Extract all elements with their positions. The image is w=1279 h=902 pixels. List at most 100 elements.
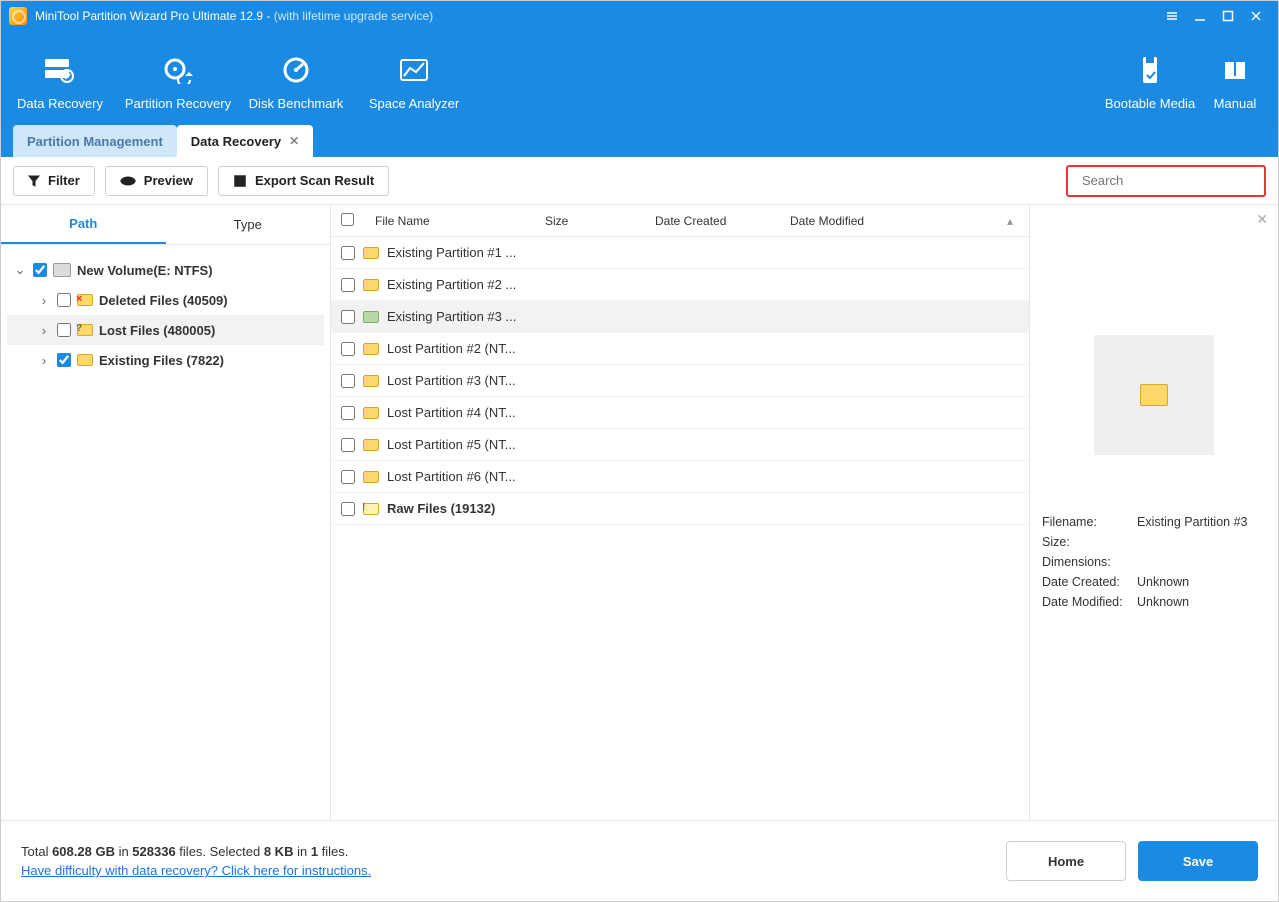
file-row[interactable]: Lost Partition #6 (NT... [331, 461, 1029, 493]
file-row[interactable]: Lost Partition #2 (NT... [331, 333, 1029, 365]
titlebar: MiniTool Partition Wizard Pro Ultimate 1… [1, 1, 1278, 31]
file-name: Lost Partition #4 (NT... [387, 405, 516, 420]
file-name: Raw Files (19132) [387, 501, 495, 516]
data-recovery-button[interactable]: Data Recovery [1, 37, 119, 125]
folder-lost-icon [77, 324, 93, 336]
preview-thumbnail [1094, 335, 1214, 455]
export-scan-button[interactable]: Export Scan Result [218, 166, 389, 196]
help-link[interactable]: Have difficulty with data recovery? Clic… [21, 863, 371, 878]
row-checkbox[interactable] [341, 438, 355, 452]
window: MiniTool Partition Wizard Pro Ultimate 1… [0, 0, 1279, 902]
tree-label: Deleted Files (40509) [99, 293, 228, 308]
preview-button[interactable]: Preview [105, 166, 208, 196]
checkbox[interactable] [57, 293, 71, 307]
window-controls [1158, 4, 1270, 28]
file-row[interactable]: Existing Partition #2 ... [331, 269, 1029, 301]
file-row[interactable]: Lost Partition #5 (NT... [331, 429, 1029, 461]
disk-benchmark-button[interactable]: Disk Benchmark [237, 37, 355, 125]
sidebar-tab-type[interactable]: Type [166, 205, 331, 244]
maximize-icon[interactable] [1214, 4, 1242, 28]
file-row[interactable]: Raw Files (19132) [331, 493, 1029, 525]
select-all-checkbox[interactable] [341, 213, 354, 226]
folder-icon [363, 375, 379, 387]
tab-row: Partition Management Data Recovery ✕ [1, 125, 1278, 157]
tab-data-recovery[interactable]: Data Recovery ✕ [177, 125, 313, 157]
tree-root[interactable]: ⌄ New Volume(E: NTFS) [7, 255, 324, 285]
bootable-media-icon [1132, 52, 1168, 88]
manual-button[interactable]: Manual [1200, 37, 1270, 125]
meta-key: Filename: [1042, 515, 1137, 529]
folder-icon [363, 247, 379, 259]
folder-icon [363, 439, 379, 451]
tab-label: Data Recovery [191, 134, 281, 149]
meta-key: Dimensions: [1042, 555, 1137, 569]
search-box[interactable] [1066, 165, 1266, 197]
t: Total [21, 844, 52, 859]
filter-icon [28, 175, 40, 187]
row-checkbox[interactable] [341, 246, 355, 260]
meta-key: Date Created: [1042, 575, 1137, 589]
meta-key: Date Modified: [1042, 595, 1137, 609]
row-checkbox[interactable] [341, 470, 355, 484]
home-button[interactable]: Home [1006, 841, 1126, 881]
minimize-icon[interactable] [1186, 4, 1214, 28]
close-icon[interactable] [1242, 4, 1270, 28]
partition-recovery-button[interactable]: Partition Recovery [119, 37, 237, 125]
tab-close-icon[interactable]: ✕ [289, 134, 299, 148]
window-title: MiniTool Partition Wizard Pro Ultimate 1… [35, 9, 433, 23]
tree-existing-files[interactable]: › Existing Files (7822) [7, 345, 324, 375]
folder-icon [363, 343, 379, 355]
action-bar: Filter Preview Export Scan Result [1, 157, 1278, 205]
folder-icon [363, 503, 379, 515]
chevron-right-icon[interactable]: › [37, 323, 51, 338]
row-checkbox[interactable] [341, 342, 355, 356]
button-label: Preview [144, 173, 193, 188]
tree-label: Lost Files (480005) [99, 323, 215, 338]
checkbox[interactable] [33, 263, 47, 277]
bottom-bar: Total 608.28 GB in 528336 files. Selecte… [1, 821, 1278, 901]
col-modified[interactable]: Date Modified▴ [782, 214, 1029, 228]
checkbox[interactable] [57, 353, 71, 367]
tree-lost-files[interactable]: › Lost Files (480005) [7, 315, 324, 345]
file-row[interactable]: Existing Partition #3 ... [331, 301, 1029, 333]
filter-button[interactable]: Filter [13, 166, 95, 196]
chevron-right-icon[interactable]: › [37, 353, 51, 368]
button-label: Filter [48, 173, 80, 188]
row-checkbox[interactable] [341, 278, 355, 292]
button-label: Export Scan Result [255, 173, 374, 188]
space-analyzer-button[interactable]: Space Analyzer [355, 37, 473, 125]
preview-metadata: Filename:Existing Partition #3 Size: Dim… [1042, 515, 1266, 615]
title-main: MiniTool Partition Wizard Pro Ultimate 1… [35, 9, 270, 23]
preview-close-icon[interactable]: ✕ [1256, 211, 1268, 228]
row-checkbox[interactable] [341, 310, 355, 324]
t: files. [318, 844, 348, 859]
file-row[interactable]: Existing Partition #1 ... [331, 237, 1029, 269]
file-name: Lost Partition #3 (NT... [387, 373, 516, 388]
folder-deleted-icon [77, 294, 93, 306]
col-size[interactable]: Size [537, 214, 647, 228]
col-filename[interactable]: File Name [367, 214, 537, 228]
disk-benchmark-icon [278, 52, 314, 88]
tree-deleted-files[interactable]: › Deleted Files (40509) [7, 285, 324, 315]
search-input[interactable] [1082, 173, 1258, 188]
checkbox[interactable] [57, 323, 71, 337]
chevron-right-icon[interactable]: › [37, 293, 51, 308]
tab-partition-management[interactable]: Partition Management [13, 125, 177, 157]
col-created[interactable]: Date Created [647, 214, 782, 228]
sidebar-tab-path[interactable]: Path [1, 205, 166, 244]
tree-label: New Volume(E: NTFS) [77, 263, 213, 278]
app-logo-icon [9, 7, 27, 25]
row-checkbox[interactable] [341, 502, 355, 516]
row-checkbox[interactable] [341, 374, 355, 388]
bootable-media-button[interactable]: Bootable Media [1100, 37, 1200, 125]
main-area: Path Type ⌄ New Volume(E: NTFS) › Delete… [1, 205, 1278, 821]
file-row[interactable]: Lost Partition #4 (NT... [331, 397, 1029, 429]
file-name: Existing Partition #3 ... [387, 309, 516, 324]
menu-icon[interactable] [1158, 4, 1186, 28]
chevron-down-icon[interactable]: ⌄ [13, 262, 27, 278]
meta-value: Existing Partition #3 [1137, 515, 1247, 529]
save-button[interactable]: Save [1138, 841, 1258, 881]
file-list: File Name Size Date Created Date Modifie… [331, 205, 1030, 820]
row-checkbox[interactable] [341, 406, 355, 420]
file-row[interactable]: Lost Partition #3 (NT... [331, 365, 1029, 397]
